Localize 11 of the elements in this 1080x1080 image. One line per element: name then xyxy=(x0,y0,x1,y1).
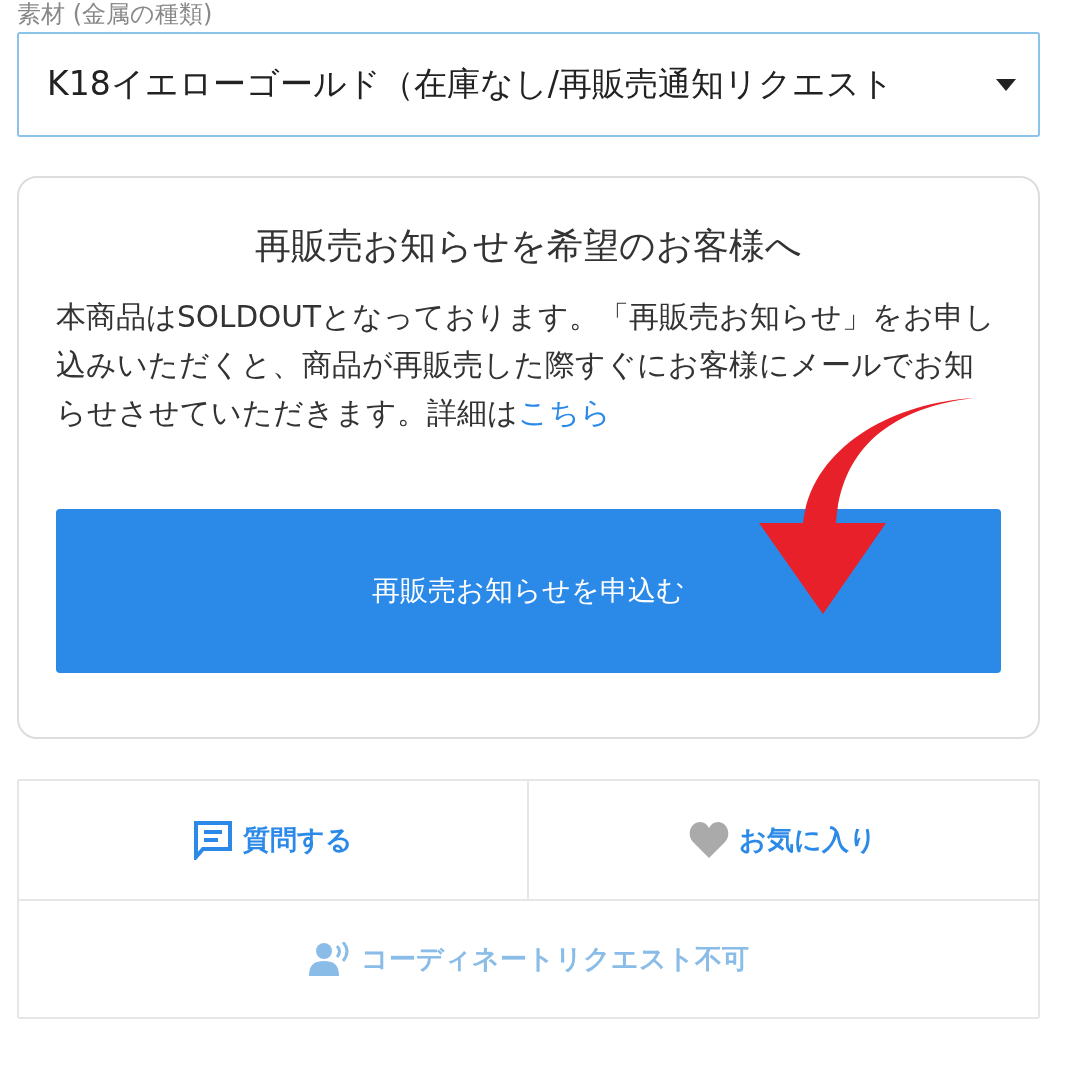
caret-icon xyxy=(996,78,1016,91)
person-speaking-icon xyxy=(308,942,351,976)
arrow-icon xyxy=(756,398,974,614)
restock-request-button[interactable]: 再販売お知らせを申込む xyxy=(56,509,1001,673)
material-select[interactable]: K18イエローゴールド（在庫なし/再販売通知リクエスト xyxy=(17,32,1040,137)
details-link[interactable]: こちら xyxy=(518,396,611,430)
field-label: 素材 (金属の種類) xyxy=(17,0,214,28)
card-description: 本商品はSOLDOUTとなっております。「再販売お知らせ」をお申し込みいただくと、商品が再販売した際すぐにお客様にメールでお知らせさせていただきます。詳細は こちら xyxy=(56,299,996,432)
card-title: 再販売お知らせを希望のお客様へ xyxy=(254,224,803,268)
chat-icon xyxy=(192,820,233,860)
question-button[interactable]: 質問する xyxy=(19,781,529,899)
